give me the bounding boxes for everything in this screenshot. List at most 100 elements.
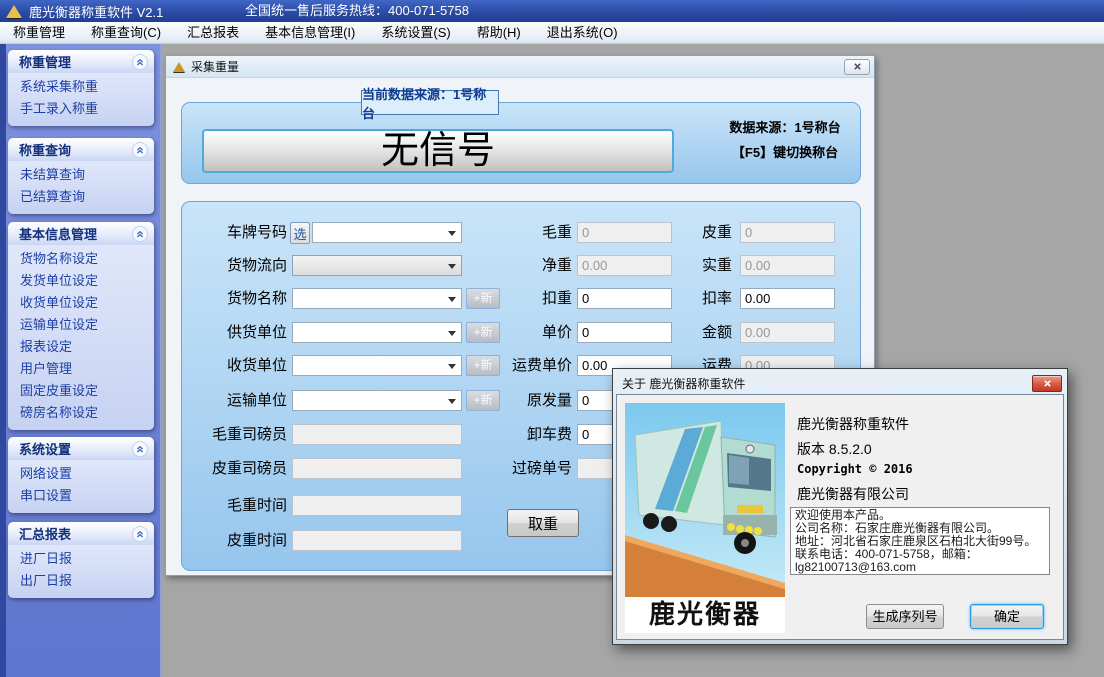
collapse-chevron-icon[interactable] <box>132 226 148 242</box>
menu-basic-info[interactable]: 基本信息管理(I) <box>252 22 368 43</box>
receiver-label: 收货单位 <box>182 355 287 377</box>
menu-summary-report[interactable]: 汇总报表 <box>174 22 252 43</box>
window-close-icon[interactable] <box>844 59 870 75</box>
menu-weigh-manage[interactable]: 称重管理 <box>0 22 78 43</box>
section-header[interactable]: 称重查询 <box>8 138 154 161</box>
plate-label: 车牌号码 <box>182 222 287 244</box>
amount-field <box>740 322 835 343</box>
section-body: 系统采集称重 手工录入称重 <box>8 73 154 126</box>
tare-time-label: 皮重时间 <box>182 530 287 552</box>
sidebar: 称重管理 系统采集称重 手工录入称重 称重查询 未结算查询 已结算查询 基本信息… <box>0 44 162 677</box>
freight-price-label: 运费单价 <box>412 355 572 377</box>
flow-label: 货物流向 <box>182 255 287 277</box>
section-body: 网络设置 串口设置 <box>8 460 154 513</box>
section-header[interactable]: 基本信息管理 <box>8 222 154 245</box>
amount-label: 金额 <box>642 322 732 344</box>
collapse-chevron-icon[interactable] <box>132 142 148 158</box>
origin-qty-label: 原发量 <box>412 390 572 412</box>
ok-button[interactable]: 确定 <box>970 604 1044 629</box>
section-header[interactable]: 汇总报表 <box>8 522 154 545</box>
app-title: 鹿光衡器称重软件 V2.1 <box>29 2 163 21</box>
copyright-text: Copyright © 2016 <box>797 462 913 476</box>
section-title: 系统设置 <box>19 439 71 458</box>
section-title: 基本信息管理 <box>19 224 97 243</box>
generate-serial-button[interactable]: 生成序列号 <box>866 604 944 629</box>
sidebar-section-weigh-manage: 称重管理 系统采集称重 手工录入称重 <box>8 50 154 126</box>
window-title-bar: 采集重量 <box>166 56 874 78</box>
tare-weight-label: 皮重 <box>642 222 732 244</box>
menu-bar: 称重管理 称重查询(C) 汇总报表 基本信息管理(I) 系统设置(S) 帮助(H… <box>0 22 1104 44</box>
net-weight-label: 净重 <box>412 255 572 277</box>
actual-weight-label: 实重 <box>642 255 732 277</box>
collapse-chevron-icon[interactable] <box>132 441 148 457</box>
sidebar-item-shipper-setting[interactable]: 发货单位设定 <box>8 270 154 292</box>
sidebar-item-goods-name-setting[interactable]: 货物名称设定 <box>8 248 154 270</box>
sidebar-item-fixed-tare-setting[interactable]: 固定皮重设定 <box>8 380 154 402</box>
menu-help[interactable]: 帮助(H) <box>464 22 534 43</box>
app-title-bar: 鹿光衡器称重软件 V2.1 全国统一售后服务热线：400-071-5758 <box>0 0 1104 22</box>
section-header[interactable]: 称重管理 <box>8 50 154 73</box>
section-title: 汇总报表 <box>19 524 71 543</box>
actual-weight-field <box>740 255 835 276</box>
dialog-close-icon[interactable] <box>1032 375 1062 392</box>
sidebar-item-settled-query[interactable]: 已结算查询 <box>8 186 154 208</box>
sidebar-item-system-capture-weigh[interactable]: 系统采集称重 <box>8 76 154 98</box>
gross-weight-label: 毛重 <box>412 222 572 244</box>
section-header[interactable]: 系统设置 <box>8 437 154 460</box>
section-body: 货物名称设定 发货单位设定 收货单位设定 运输单位设定 报表设定 用户管理 固定… <box>8 245 154 430</box>
menu-system-settings[interactable]: 系统设置(S) <box>368 22 463 43</box>
source-line1: 数据来源：1号称台 <box>710 115 860 140</box>
company-info-box: 欢迎使用本产品。 公司名称：石家庄鹿光衡器有限公司。 地址：河北省石家庄鹿泉区石… <box>790 507 1050 575</box>
sidebar-section-summary-report: 汇总报表 进厂日报 出厂日报 <box>8 522 154 598</box>
window-icon <box>173 62 185 72</box>
sidebar-item-report-setting[interactable]: 报表设定 <box>8 336 154 358</box>
section-title: 称重查询 <box>19 140 71 159</box>
take-weight-button[interactable]: 取重 <box>507 509 579 537</box>
sidebar-item-manual-entry-weigh[interactable]: 手工录入称重 <box>8 98 154 120</box>
section-body: 进厂日报 出厂日报 <box>8 545 154 598</box>
unit-price-label: 单价 <box>412 322 572 344</box>
gross-operator-label: 毛重司磅员 <box>182 424 287 446</box>
data-source-banner: 当前数据来源：1号称台 <box>361 90 499 115</box>
version-text: 版本 8.5.2.0 <box>797 439 872 459</box>
section-body: 未结算查询 已结算查询 <box>8 161 154 214</box>
transport-label: 运输单位 <box>182 390 287 412</box>
app-logo-icon <box>6 5 22 18</box>
dialog-title: 关于 鹿光衡器称重软件 <box>622 375 745 392</box>
deduct-rate-input[interactable] <box>740 288 835 309</box>
sidebar-item-scale-house-setting[interactable]: 磅房名称设定 <box>8 402 154 424</box>
menu-weigh-query[interactable]: 称重查询(C) <box>78 22 174 43</box>
sidebar-item-network-settings[interactable]: 网络设置 <box>8 463 154 485</box>
plate-select-button[interactable]: 选 <box>290 222 310 244</box>
deduct-rate-label: 扣率 <box>642 288 732 310</box>
gross-time-field <box>292 495 462 516</box>
sidebar-section-system-settings: 系统设置 网络设置 串口设置 <box>8 437 154 513</box>
tare-time-field <box>292 530 462 551</box>
about-dialog: 关于 鹿光衡器称重软件 <box>612 368 1068 645</box>
sidebar-item-inbound-daily[interactable]: 进厂日报 <box>8 548 154 570</box>
menu-exit[interactable]: 退出系统(O) <box>534 22 631 43</box>
weight-display: 无信号 <box>202 129 674 173</box>
service-hotline: 全国统一售后服务热线：400-071-5758 <box>245 0 469 22</box>
dialog-title-bar: 关于 鹿光衡器称重软件 <box>616 372 1064 394</box>
tare-operator-label: 皮重司磅员 <box>182 458 287 480</box>
source-info: 数据来源：1号称台 【F5】键切换称台 <box>710 115 860 165</box>
sidebar-section-weigh-query: 称重查询 未结算查询 已结算查询 <box>8 138 154 214</box>
gross-time-label: 毛重时间 <box>182 495 287 517</box>
sidebar-item-receiver-setting[interactable]: 收货单位设定 <box>8 292 154 314</box>
window-title: 采集重量 <box>191 58 239 75</box>
collapse-chevron-icon[interactable] <box>132 54 148 70</box>
tare-weight-field <box>740 222 835 243</box>
deduct-weight-label: 扣重 <box>412 288 572 310</box>
sidebar-item-transport-setting[interactable]: 运输单位设定 <box>8 314 154 336</box>
product-name: 鹿光衡器称重软件 <box>797 414 909 434</box>
dialog-body: 鹿光衡器 鹿光衡器称重软件 版本 8.5.2.0 Copyright © 201… <box>616 394 1064 640</box>
ticket-no-label: 过磅单号 <box>412 458 572 480</box>
sidebar-item-unsettled-query[interactable]: 未结算查询 <box>8 164 154 186</box>
sidebar-item-user-manage[interactable]: 用户管理 <box>8 358 154 380</box>
unload-fee-label: 卸车费 <box>412 424 572 446</box>
sidebar-item-serial-settings[interactable]: 串口设置 <box>8 485 154 507</box>
truck-caption: 鹿光衡器 <box>625 597 785 633</box>
collapse-chevron-icon[interactable] <box>132 526 148 542</box>
sidebar-item-outbound-daily[interactable]: 出厂日报 <box>8 570 154 592</box>
